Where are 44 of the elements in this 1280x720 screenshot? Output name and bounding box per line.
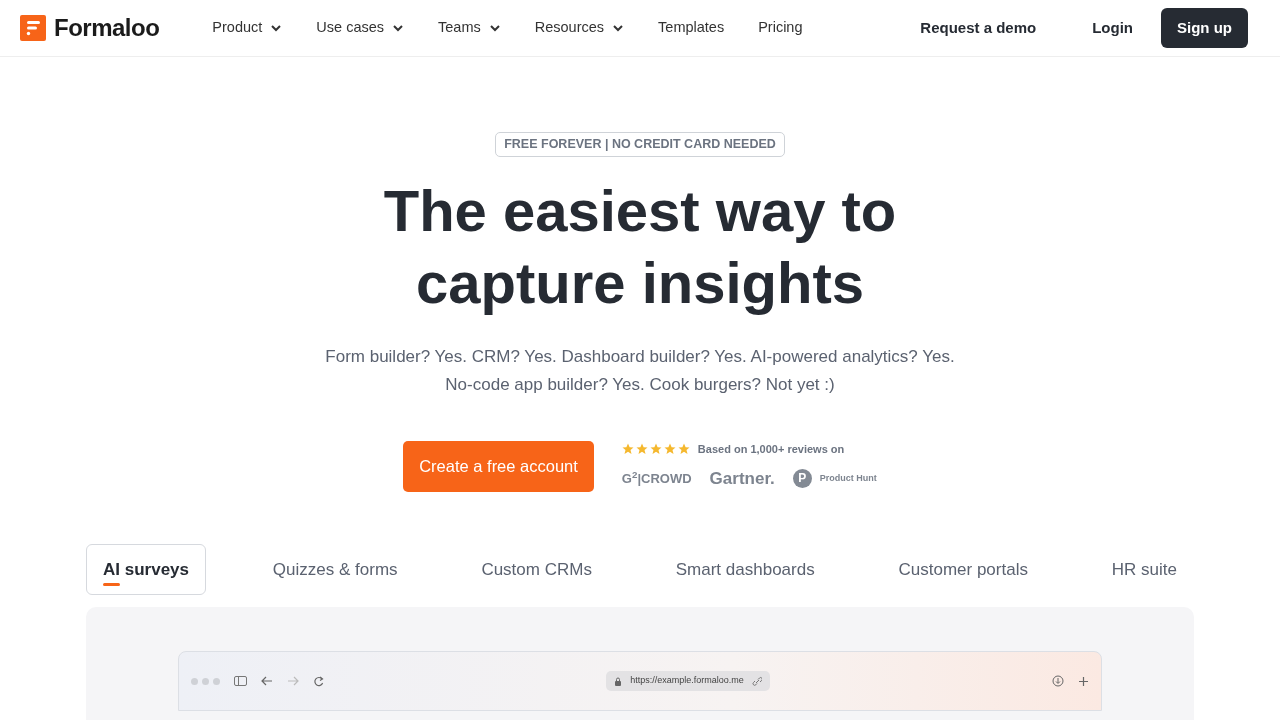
request-demo-link[interactable]: Request a demo [920, 16, 1037, 40]
logo-icon [20, 15, 46, 41]
star-icon [649, 443, 662, 456]
product-hunt-logo: Product Hunt [819, 471, 877, 485]
window-controls[interactable] [191, 677, 220, 685]
star-icon [663, 443, 676, 456]
feature-tab[interactable]: Custom CRMs [464, 543, 609, 595]
signup-button[interactable]: Sign up [1161, 7, 1248, 49]
nav-link[interactable]: Resources [534, 17, 625, 39]
hero-subtitle: Form builder? Yes. CRM? Yes. Dashboard builder? Yes. AI-powered analytics? Yes. No-code app builder? Yes. Cook burgers? Not yet :) [324, 345, 956, 396]
feature-tab[interactable]: AI surveys [86, 543, 206, 595]
chevron-down-icon [488, 23, 501, 33]
feature-tab[interactable]: HR suite [1094, 543, 1194, 595]
brand-logo[interactable]: Formaloo [20, 10, 160, 46]
sidebar-icon [234, 676, 247, 686]
plus-icon [1078, 675, 1089, 687]
hero-heading: The easiest way to capture insights [382, 176, 898, 317]
promo-badge: FREE FOREVER | NO CREDIT CARD NEEDED [495, 132, 785, 157]
download-icon [1052, 675, 1064, 687]
star-icon [677, 443, 690, 456]
star-icon [635, 443, 648, 456]
chevron-down-icon [392, 23, 405, 33]
nav-link[interactable]: Use cases [316, 17, 405, 39]
reviews-caption: Based on 1,000+ reviews on [697, 442, 845, 458]
star-icon [621, 443, 634, 456]
back-arrow-icon [261, 676, 273, 686]
reload-icon [313, 675, 324, 687]
login-link[interactable]: Login [1092, 16, 1133, 40]
link-icon [751, 676, 762, 686]
feature-tab[interactable]: Quizzes & forms [255, 543, 415, 595]
nav-link[interactable]: Pricing [758, 17, 803, 39]
nav-link[interactable]: Templates [658, 17, 725, 39]
g2-crowd-logo: G$^{2}$|CROWD [621, 468, 692, 488]
feature-tab[interactable]: Customer portals [881, 543, 1045, 595]
gartner-logo: Gartner. [709, 467, 775, 490]
lock-icon [614, 676, 623, 686]
address-bar[interactable]: https://example.formaloo.me [606, 671, 770, 691]
chevron-down-icon [270, 23, 283, 33]
forward-arrow-icon [287, 676, 299, 686]
chevron-down-icon [612, 23, 625, 33]
product-hunt-icon: P [792, 468, 812, 488]
nav-link[interactable]: Product [212, 17, 283, 39]
feature-tab[interactable]: Smart dashboards [658, 543, 832, 595]
nav-link[interactable]: Teams [438, 17, 501, 39]
